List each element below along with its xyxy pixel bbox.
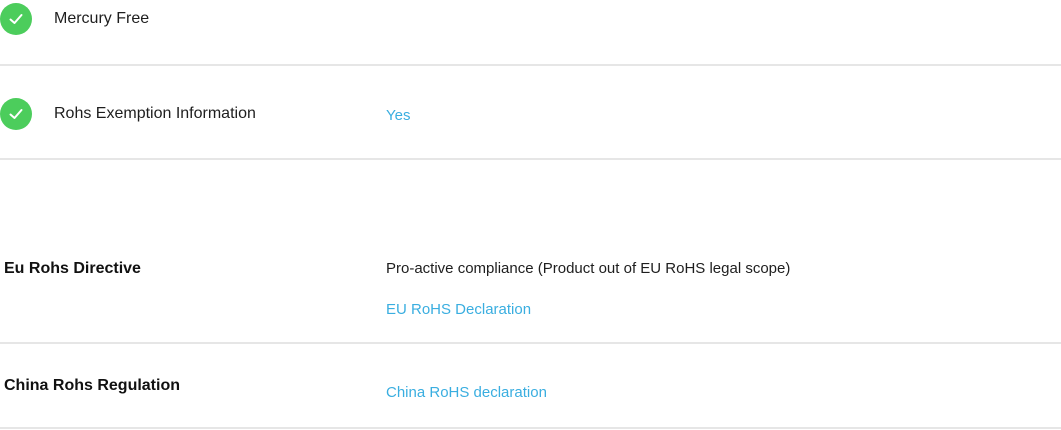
row-divider [0,64,1061,66]
row-divider [0,427,1061,429]
row-divider [0,342,1061,344]
check-circle-icon [0,3,32,35]
feature-label-rohs-exemption: Rohs Exemption Information [54,105,256,122]
china-rohs-regulation-label: China Rohs Regulation [4,377,180,394]
rohs-exemption-value-link[interactable]: Yes [386,107,410,124]
row-divider [0,158,1061,160]
eu-rohs-declaration-link[interactable]: EU RoHS Declaration [386,301,531,318]
eu-rohs-directive-label: Eu Rohs Directive [4,260,141,277]
china-rohs-declaration-link[interactable]: China RoHS declaration [386,384,547,401]
feature-label-mercury-free: Mercury Free [54,10,150,27]
check-circle-icon [0,98,32,130]
eu-rohs-compliance-text: Pro-active compliance (Product out of EU… [386,260,791,277]
